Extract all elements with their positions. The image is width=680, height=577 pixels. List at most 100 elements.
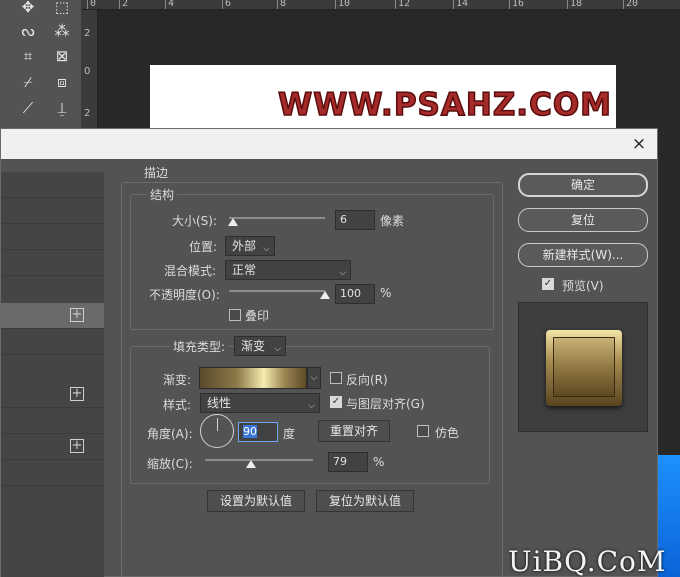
reverse-label: 反向(R) <box>346 373 388 387</box>
add-plus-icon[interactable]: + <box>70 308 84 322</box>
fill-type-label: 填充类型: <box>170 338 229 355</box>
add-plus-icon[interactable]: + <box>70 439 84 453</box>
dither-label: 仿色 <box>435 426 460 440</box>
move-tool-icon[interactable]: ✥ <box>16 0 40 18</box>
document-canvas[interactable]: WWW.PSAHZ.COM <box>150 65 616 128</box>
document-text-layer: WWW.PSAHZ.COM <box>277 86 613 124</box>
overprint-label: 叠印 <box>245 309 270 323</box>
ruler-tick: 0 <box>86 0 97 9</box>
lasso-tool-icon[interactable]: ᔓ <box>16 20 40 42</box>
blend-mode-select-value: 正常 <box>232 263 257 277</box>
ruler-horizontal: 0 2 4 6 8 10 12 14 16 18 20 <box>82 0 680 10</box>
list-item[interactable] <box>1 198 104 224</box>
scale-slider-thumb[interactable] <box>246 460 256 468</box>
list-item[interactable]: + <box>1 382 104 408</box>
ok-button[interactable]: 确定 <box>518 173 648 197</box>
list-item[interactable] <box>1 172 104 198</box>
list-item[interactable] <box>1 224 104 250</box>
section-title: 描边 <box>141 164 172 181</box>
frame-tool-icon[interactable]: ⊠ <box>50 45 74 67</box>
scale-slider-track[interactable] <box>205 459 313 461</box>
opacity-slider-track[interactable] <box>229 290 325 292</box>
size-slider-track[interactable] <box>229 217 325 219</box>
ruler-tick: 2 <box>118 0 129 9</box>
reset-button[interactable]: 复位 <box>518 208 648 232</box>
styles-list: + + + <box>1 172 104 577</box>
chevron-down-icon: ⌵ <box>308 401 315 411</box>
tools-panel: ✥ ⬚ ᔓ ⁂ ⌗ ⊠ ⌿ ⧈ ⟋ ⍊ <box>0 0 82 128</box>
gradient-style-select[interactable]: 线性 ⌵ <box>200 393 320 413</box>
angle-unit: 度 <box>283 427 296 441</box>
position-select[interactable]: 外部 ⌵ <box>225 236 275 256</box>
size-slider-thumb[interactable] <box>228 218 238 226</box>
dialog-titlebar[interactable]: × <box>1 129 657 159</box>
eyedropper-tool-icon[interactable]: ⌿ <box>16 71 40 93</box>
reset-to-default-button[interactable]: 复位为默认值 <box>316 490 414 512</box>
chevron-down-icon[interactable]: ⌵ <box>307 367 321 389</box>
ruler-tick: 12 <box>394 0 411 9</box>
blend-mode-select[interactable]: 正常 ⌵ <box>225 260 351 280</box>
make-default-button[interactable]: 设置为默认值 <box>207 490 305 512</box>
ruler-tick: 18 <box>566 0 583 9</box>
align-with-layer-checkbox[interactable]: ✓ <box>330 396 342 408</box>
preview-checkbox[interactable]: ✓ <box>542 278 554 290</box>
size-input[interactable]: 6 <box>335 210 375 230</box>
scale-unit: % <box>373 455 385 469</box>
list-item-stroke-selected[interactable]: + <box>1 303 104 329</box>
gradient-style-select-value: 线性 <box>207 396 232 410</box>
overprint-checkbox[interactable] <box>229 309 241 321</box>
angle-dial[interactable] <box>200 414 234 448</box>
brush-tool-icon[interactable]: ⟋ <box>16 97 40 119</box>
position-select-value: 外部 <box>232 239 257 253</box>
gradient-preview-swatch[interactable] <box>199 367 307 389</box>
ruler-tick: 2 <box>84 28 91 39</box>
angle-input-value: 90 <box>243 425 257 438</box>
structure-title: 结构 <box>147 186 178 203</box>
style-preview-inner <box>553 337 615 397</box>
ruler-tick: 4 <box>164 0 175 9</box>
reset-alignment-button[interactable]: 重置对齐 <box>318 420 390 442</box>
close-icon[interactable]: × <box>629 134 649 154</box>
new-style-button[interactable]: 新建样式(W)... <box>518 243 648 267</box>
angle-label: 角度(A): <box>147 427 193 441</box>
crop-tool-icon[interactable]: ⌗ <box>16 45 40 67</box>
fill-type-select-value: 渐变 <box>241 339 266 353</box>
ruler-tick: 16 <box>508 0 525 9</box>
align-with-layer-label: 与图层对齐(G) <box>346 397 425 411</box>
ruler-tick: 8 <box>276 0 287 9</box>
ruler-tick: 2 <box>84 108 91 119</box>
ruler-tick: 0 <box>84 66 91 77</box>
list-item[interactable] <box>1 250 104 276</box>
size-label: 大小(S): <box>172 214 218 228</box>
reverse-checkbox[interactable] <box>330 372 342 384</box>
list-item[interactable]: + <box>1 434 104 460</box>
fill-type-select[interactable]: 渐变 ⌵ <box>234 336 286 356</box>
opacity-label: 不透明度(O): <box>149 288 220 302</box>
ruler-tick: 20 <box>622 0 639 9</box>
position-label: 位置: <box>189 240 218 254</box>
magic-wand-tool-icon[interactable]: ⁂ <box>50 20 74 42</box>
ruler-tick: 6 <box>221 0 232 9</box>
dither-checkbox[interactable] <box>417 425 429 437</box>
list-item[interactable] <box>1 408 104 434</box>
angle-dial-needle <box>217 418 218 431</box>
opacity-input[interactable]: 100 <box>335 284 375 304</box>
angle-input[interactable]: 90 <box>238 422 278 442</box>
chevron-down-icon: ⌵ <box>339 268 346 278</box>
style-preview-box <box>518 302 648 432</box>
opacity-slider-thumb[interactable] <box>320 291 330 299</box>
ruler-tick: 14 <box>452 0 469 9</box>
add-plus-icon[interactable]: + <box>70 387 84 401</box>
list-item[interactable] <box>1 460 104 486</box>
preview-label: 预览(V) <box>562 279 604 293</box>
healing-brush-tool-icon[interactable]: ⧈ <box>50 71 74 93</box>
style-label: 样式: <box>163 398 192 412</box>
scale-input[interactable]: 79 <box>328 452 368 472</box>
marquee-tool-icon[interactable]: ⬚ <box>50 0 74 18</box>
chevron-down-icon: ⌵ <box>263 244 270 254</box>
ruler-vertical: 2 0 2 <box>82 10 98 128</box>
list-item[interactable] <box>1 329 104 355</box>
stamp-tool-icon[interactable]: ⍊ <box>50 97 74 119</box>
blend-mode-label: 混合模式: <box>164 264 217 278</box>
gradient-label: 渐变: <box>163 373 192 387</box>
